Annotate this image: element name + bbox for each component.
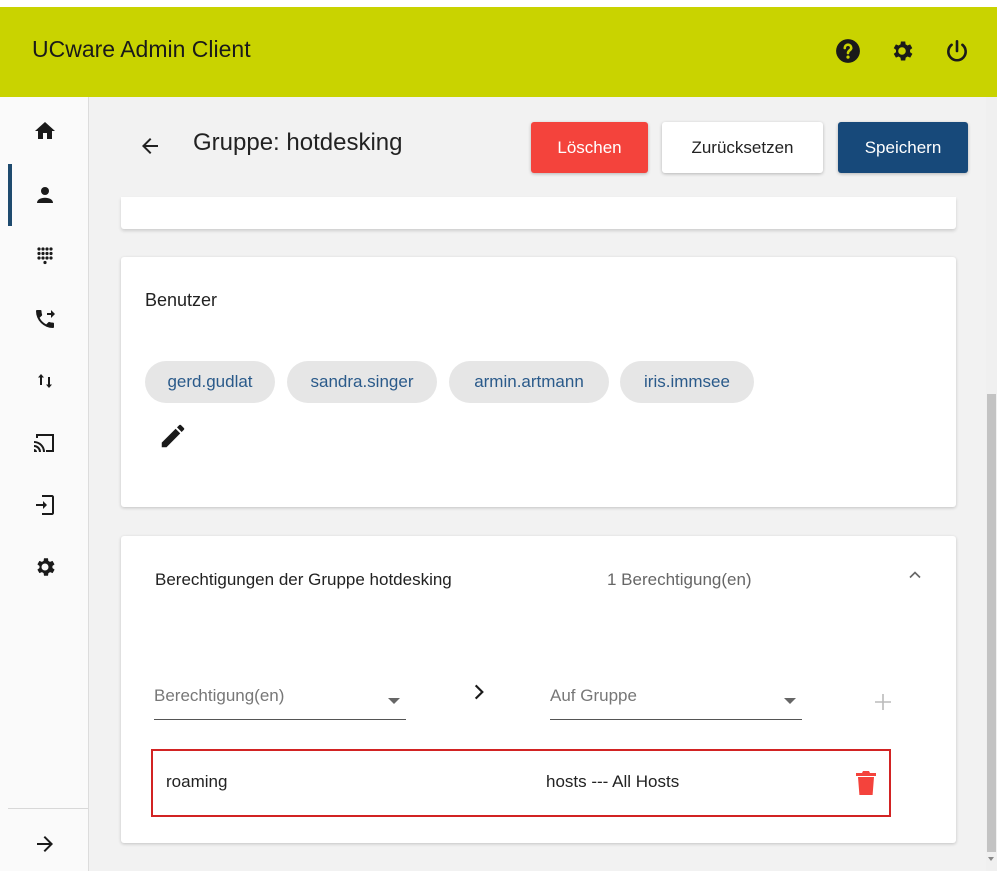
sidebar-item-dialpad[interactable]	[0, 226, 89, 288]
app-title: UCware Admin Client	[32, 36, 251, 62]
group-select[interactable]: Auf Gruppe	[550, 680, 802, 720]
back-arrow-icon[interactable]	[138, 134, 162, 158]
edit-pencil-icon[interactable]	[158, 421, 188, 451]
caret-down-icon	[784, 698, 796, 704]
sidebar-item-home[interactable]	[0, 100, 89, 162]
permission-target: hosts --- All Hosts	[546, 772, 680, 791]
sidebar-item-settings[interactable]	[0, 536, 89, 598]
gear-icon	[37, 558, 55, 576]
call-forward-icon	[36, 310, 55, 328]
sidebar-item-cast[interactable]	[0, 412, 89, 474]
help-icon[interactable]	[835, 38, 861, 64]
permission-select[interactable]: Berechtigung(en)	[154, 680, 406, 720]
users-card-title: Benutzer	[145, 290, 218, 310]
reset-button[interactable]: Zurücksetzen	[662, 122, 823, 173]
user-chip[interactable]: sandra.singer	[287, 361, 437, 403]
user-chip[interactable]: iris.immsee	[620, 361, 754, 403]
add-icon[interactable]	[871, 690, 895, 714]
gear-icon[interactable]	[889, 38, 915, 64]
person-icon	[37, 187, 53, 203]
home-icon	[35, 122, 55, 139]
trash-icon[interactable]	[854, 769, 878, 797]
group-select-placeholder: Auf Gruppe	[550, 686, 637, 705]
chevron-up-icon[interactable]	[905, 565, 925, 585]
sidebar-item-login[interactable]	[0, 474, 89, 536]
permission-select-placeholder: Berechtigung(en)	[154, 686, 285, 705]
arrow-right-icon	[37, 836, 53, 852]
scrollbar[interactable]	[986, 97, 997, 871]
power-icon[interactable]	[944, 38, 970, 64]
login-icon	[36, 495, 54, 515]
user-chip[interactable]: armin.artmann	[449, 361, 609, 403]
dialpad-icon	[37, 247, 53, 265]
user-chip[interactable]: gerd.gudlat	[145, 361, 275, 403]
sidebar-item-transfer[interactable]	[0, 350, 89, 412]
permissions-card: Berechtigungen der Gruppe hotdesking 1 B…	[121, 536, 956, 843]
delete-button[interactable]: Löschen	[531, 122, 648, 173]
top-bar: UCware Admin Client	[0, 0, 997, 97]
main-content: Gruppe: hotdesking Löschen Zurücksetzen …	[90, 97, 997, 871]
save-button[interactable]: Speichern	[838, 122, 968, 173]
permission-row: roaming hosts --- All Hosts	[151, 749, 891, 817]
sidebar-item-users[interactable]	[0, 164, 89, 226]
scroll-down-arrow-icon[interactable]	[988, 857, 994, 861]
scrollbar-thumb[interactable]	[987, 394, 996, 852]
transfer-arrows-icon	[38, 374, 52, 388]
caret-down-icon	[388, 698, 400, 704]
sidebar	[0, 97, 89, 871]
group-details-card	[121, 197, 956, 229]
chevron-right-icon	[469, 682, 489, 702]
permissions-count: 1 Berechtigung(en)	[607, 570, 752, 589]
sidebar-divider	[8, 808, 88, 809]
permissions-card-title: Berechtigungen der Gruppe hotdesking	[155, 570, 452, 589]
sidebar-expand-button[interactable]	[0, 813, 89, 871]
page-title: Gruppe: hotdesking	[193, 129, 403, 156]
cast-icon	[34, 434, 54, 452]
users-card: Benutzer gerd.gudlat sandra.singer armin…	[121, 257, 956, 507]
sidebar-item-call-forward[interactable]	[0, 288, 89, 350]
permission-name: roaming	[166, 772, 228, 791]
